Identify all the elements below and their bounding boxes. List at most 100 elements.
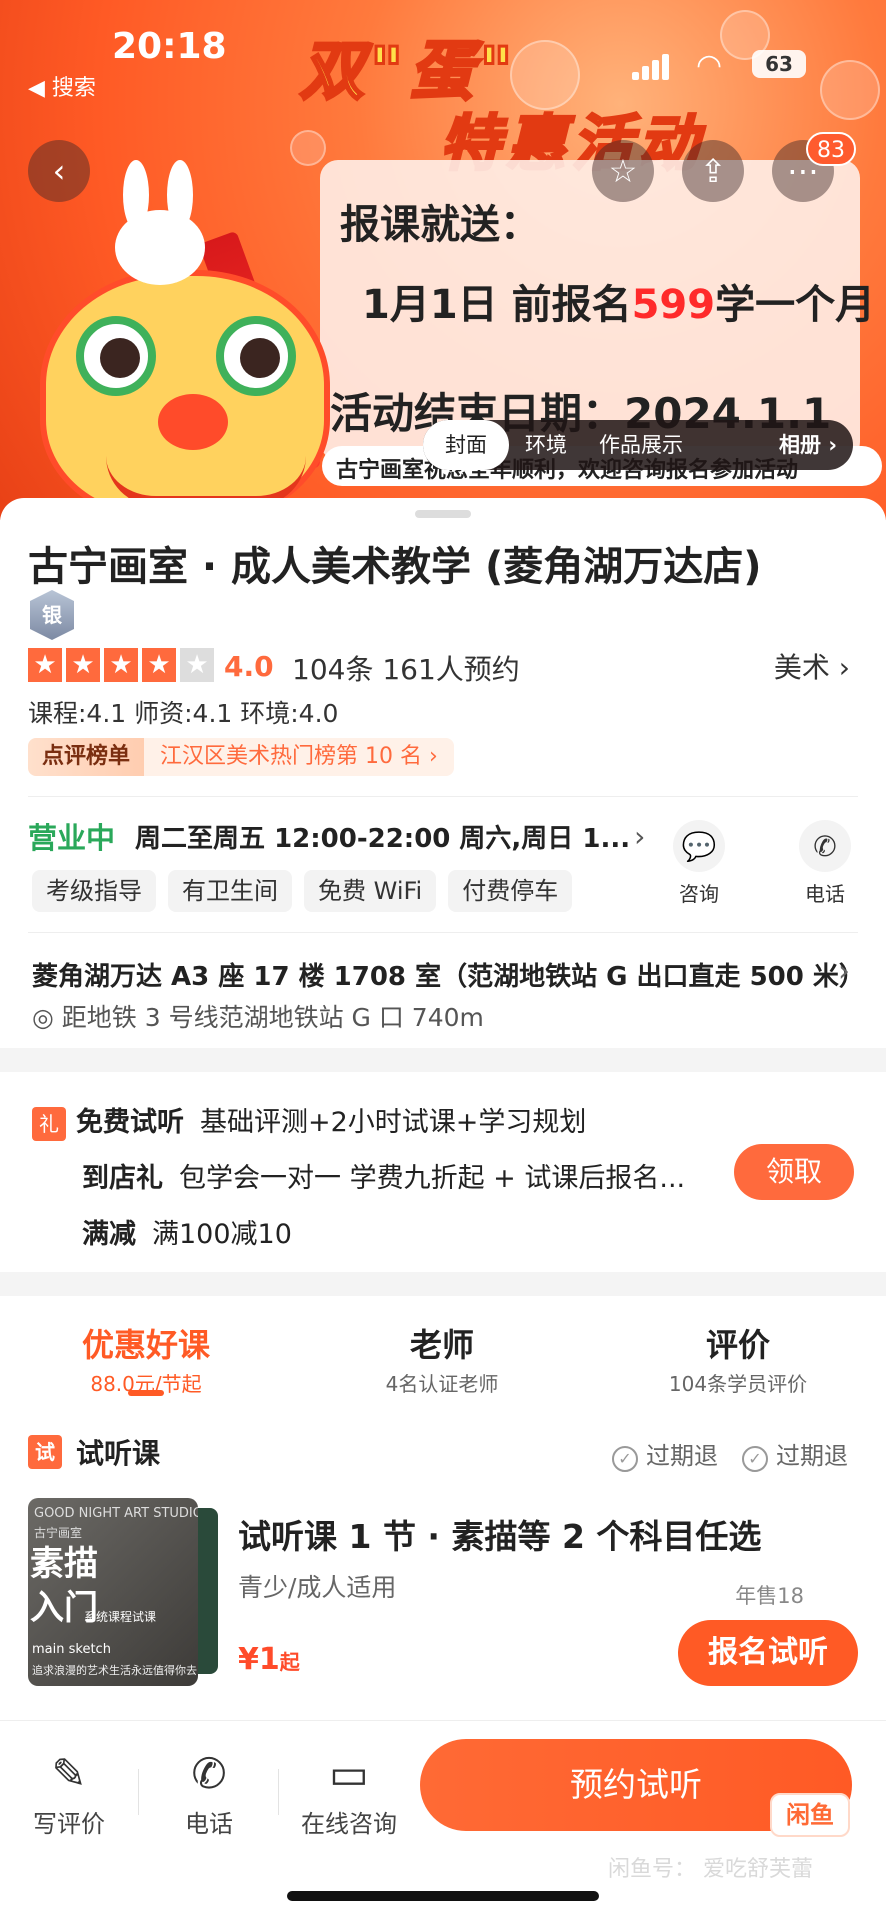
phone-icon: ✆ xyxy=(191,1749,227,1798)
lion-eye xyxy=(76,316,156,396)
star-icon: ★ xyxy=(104,648,138,682)
ranking-banner[interactable]: 点评榜单 江汉区美术热门榜第 10 名 › xyxy=(28,738,454,776)
chat-icon: 💬 xyxy=(673,820,725,872)
rating-score: 4.0 xyxy=(224,650,274,683)
xianyu-logo: 闲鱼 xyxy=(770,1793,850,1837)
category-link[interactable]: 美术 › xyxy=(774,646,850,686)
facility-tag: 有卫生间 xyxy=(168,870,292,912)
ranking-text: 江汉区美术热门榜第 10 名 › xyxy=(144,738,454,776)
silver-level-badge: 银 xyxy=(30,590,74,640)
promo-name: 到店礼 xyxy=(82,1163,163,1194)
favorite-star-icon[interactable]: ☆ xyxy=(592,140,654,202)
clock: 20:18 xyxy=(112,26,227,67)
star-icon: ★ xyxy=(66,648,100,682)
course-thumbnail[interactable]: GOOD NIGHT ART STUDIO 古宁画室 素描 入门 系统课程试课 … xyxy=(28,1498,198,1686)
check-circle-icon: ✓ xyxy=(742,1446,768,1472)
hours-text: 周二至周五 12:00-22:00 周六,周日 1... xyxy=(135,823,631,854)
thumb-studio-en: GOOD NIGHT ART STUDIO xyxy=(34,1506,198,1521)
share-icon[interactable]: ⇪ xyxy=(682,140,744,202)
battery-icon: 63 xyxy=(752,50,806,78)
edit-review-icon: ✎ xyxy=(51,1749,87,1798)
review-count[interactable]: 104条 161人预约 xyxy=(292,648,520,688)
divider xyxy=(28,796,858,797)
banner-offer-line: 1月1日 前报名599学一个月 xyxy=(362,272,875,330)
tab-reviews[interactable]: 评价 104条学员评价 xyxy=(618,1320,858,1397)
promo-desc: 满100减10 xyxy=(152,1219,292,1250)
open-status: 营业中 xyxy=(28,821,116,855)
online-consult-label: 在线咨询 xyxy=(301,1810,397,1838)
thumb-small-text: 系统课程试课 xyxy=(84,1610,157,1624)
write-review-button[interactable]: ✎ 写评价 xyxy=(14,1749,124,1839)
promo-desc: 基础评测+2小时试课+学习规划 xyxy=(200,1107,587,1138)
refund-label: 过期退 xyxy=(646,1442,718,1470)
album-tab-works[interactable]: 作品展示 xyxy=(583,420,699,470)
trial-icon: 试 xyxy=(28,1435,62,1469)
offer-prefix: 1月1日 前报名 xyxy=(362,282,632,328)
separator xyxy=(278,1769,279,1815)
thumb-bottom-text: 追求浪漫的艺术生活永远值得你去 xyxy=(32,1664,197,1677)
annual-sales: 年售18 xyxy=(735,1584,804,1608)
trial-section-header: 试 试听课 xyxy=(28,1432,160,1472)
drag-handle[interactable] xyxy=(415,510,471,518)
phone-label: 电话 xyxy=(185,1810,233,1838)
shop-info-card: 古宁画室 · 成人美术教学 (菱角湖万达店) 银 ★ ★ ★ ★ ★ 4.0 1… xyxy=(0,498,886,1048)
write-review-label: 写评价 xyxy=(33,1810,105,1838)
promo-row: 到店礼 包学会一对一 学费九折起 + 试课后报名... xyxy=(82,1156,685,1195)
bunny-illustration xyxy=(105,160,215,310)
phone-button[interactable]: ✆ 电话 xyxy=(790,820,860,907)
home-indicator[interactable] xyxy=(287,1891,599,1901)
chevron-right-icon: › xyxy=(634,819,646,853)
bottom-action-bar: ✎ 写评价 ✆ 电话 ▭ 在线咨询 预约试听 闲鱼 闲鱼号： 爱吃舒芙蕾 xyxy=(0,1720,886,1920)
signal-icon xyxy=(632,52,672,80)
tab-teachers[interactable]: 老师 4名认证老师 xyxy=(322,1320,562,1397)
tab-title: 优惠好课 xyxy=(81,1326,210,1364)
phone-icon: ✆ xyxy=(799,820,851,872)
shop-title: 古宁画室 · 成人美术教学 (菱角湖万达店) xyxy=(28,544,762,590)
album-tab-gallery[interactable]: 相册 › xyxy=(763,420,853,470)
course-title[interactable]: 试听课 1 节 · 素描等 2 个科目任选 xyxy=(238,1510,761,1558)
refund-label: 过期退 xyxy=(776,1442,848,1470)
watermark: 闲鱼号： 爱吃舒芙蕾 xyxy=(608,1857,813,1882)
lion-mascot-illustration xyxy=(10,160,330,520)
consult-label: 咨询 xyxy=(679,882,719,906)
offer-suffix: 学一个月 xyxy=(715,282,876,328)
shop-address[interactable]: 菱角湖万达 A3 座 17 楼 1708 室（范湖地铁站 G 出口直走 500 … xyxy=(32,956,865,993)
promo-name: 免费试听 xyxy=(76,1107,184,1138)
divider xyxy=(28,932,858,933)
enroll-trial-button[interactable]: 报名试听 xyxy=(678,1620,858,1686)
online-consult-button[interactable]: ▭ 在线咨询 xyxy=(294,1749,404,1839)
tab-title: 评价 xyxy=(705,1326,770,1364)
album-tab-cover[interactable]: 封面 xyxy=(423,420,509,470)
facility-tags: 考级指导 有卫生间 免费 WiFi 付费停车 xyxy=(32,870,573,912)
notification-badge: 83 xyxy=(806,132,856,166)
metro-distance: ◎ 距地铁 3 号线范湖地铁站 G 口 740m xyxy=(32,998,484,1034)
lion-nose xyxy=(158,394,228,450)
promotions-section: 礼免费试听 基础评测+2小时试课+学习规划 到店礼 包学会一对一 学费九折起 + 试… xyxy=(0,1072,886,1272)
album-tab-environment[interactable]: 环境 xyxy=(509,420,583,470)
tab-title: 老师 xyxy=(409,1326,474,1364)
gift-icon: 礼 xyxy=(32,1106,66,1141)
course-subtitle: 青少/成人适用 xyxy=(238,1573,397,1602)
tab-subtitle: 4名认证老师 xyxy=(385,1372,499,1396)
phone-label: 电话 xyxy=(805,882,845,906)
tab-discount-courses[interactable]: 优惠好课 88.0元/节起 xyxy=(26,1320,266,1397)
back-button[interactable]: ‹ xyxy=(28,140,90,202)
star-icon: ★ xyxy=(142,648,176,682)
ranking-tag: 点评榜单 xyxy=(28,738,145,776)
lion-eye xyxy=(216,316,296,396)
business-hours[interactable]: 营业中 周二至周五 12:00-22:00 周六,周日 1... › xyxy=(28,816,645,856)
album-banner[interactable]: 双"蛋" 特惠活动 报课就送： 1月1日 前报名599学一个月 活动结束日期：2… xyxy=(0,0,886,520)
phone-call-button[interactable]: ✆ 电话 xyxy=(154,1749,264,1839)
claim-button[interactable]: 领取 xyxy=(734,1144,854,1200)
star-rating: ★ ★ ★ ★ ★ xyxy=(28,648,214,682)
consult-button[interactable]: 💬 咨询 xyxy=(664,820,734,907)
promo-desc: 包学会一对一 学费九折起 + 试课后报名... xyxy=(179,1163,686,1194)
section-title: 试听课 xyxy=(76,1437,161,1470)
promo-row: 满减 满100减10 xyxy=(82,1212,292,1251)
active-tab-indicator xyxy=(128,1390,164,1396)
price-value: ¥1 xyxy=(238,1642,280,1677)
course-price: ¥1起 xyxy=(238,1642,300,1677)
thumb-eng-text: main sketch xyxy=(32,1642,111,1657)
back-to-app-link[interactable]: ◀ 搜索 xyxy=(28,70,96,102)
refund-tag: ✓ 过期退 xyxy=(612,1436,718,1472)
